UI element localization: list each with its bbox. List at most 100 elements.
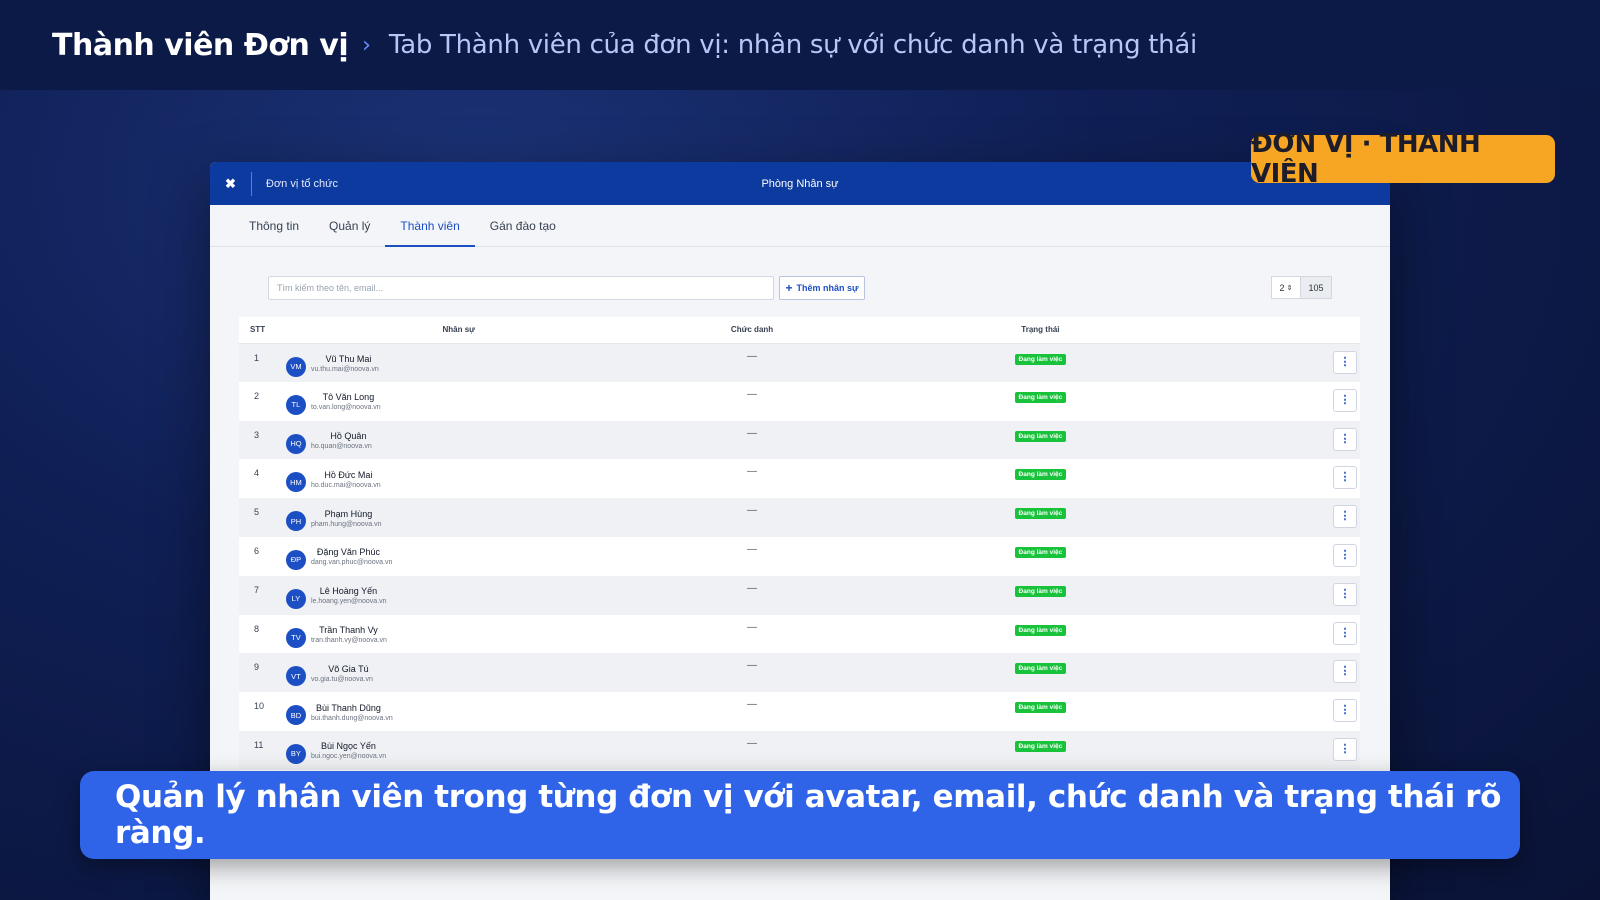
row-index: 7 bbox=[254, 584, 260, 595]
more-actions-icon[interactable]: ⋮ bbox=[1333, 699, 1357, 723]
person-name[interactable]: Trần Thanh Vy bbox=[311, 625, 386, 635]
status-cell: Đang làm việc bbox=[871, 731, 1211, 770]
actions-cell: ⋮ bbox=[1210, 537, 1360, 576]
more-actions-icon[interactable]: ⋮ bbox=[1333, 582, 1357, 606]
plus-icon: + bbox=[785, 281, 793, 295]
status-cell: Đang làm việc bbox=[871, 382, 1211, 421]
close-icon[interactable]: ✖ bbox=[210, 171, 252, 196]
person-name[interactable]: Võ Gia Tú bbox=[311, 664, 386, 674]
table-row[interactable]: 3 HQ Hồ Quân ho.quan@noova.vn — Đang làm việc… bbox=[239, 420, 1360, 460]
tab-managers[interactable]: Quản lý bbox=[314, 219, 385, 246]
actions-cell: ⋮ bbox=[1210, 459, 1360, 498]
status-badge: Đang làm việc bbox=[1014, 663, 1067, 675]
actions-cell: ⋮ bbox=[1210, 382, 1360, 421]
more-actions-icon[interactable]: ⋮ bbox=[1333, 621, 1357, 645]
page-subtitle: Tab Thành viên của đơn vị: nhân sự với c… bbox=[388, 30, 1197, 60]
add-member-label: Thêm nhân sự bbox=[796, 283, 859, 293]
more-actions-icon[interactable]: ⋮ bbox=[1333, 427, 1357, 451]
more-actions-icon[interactable]: ⋮ bbox=[1333, 505, 1357, 529]
person-name[interactable]: Lê Hoàng Yến bbox=[311, 586, 386, 596]
more-actions-icon[interactable]: ⋮ bbox=[1333, 660, 1357, 684]
status-badge: Đang làm việc bbox=[1014, 740, 1067, 752]
table-row[interactable]: 8 TV Trần Thanh Vy tran.thanh.vy@noova.vn — Đ… bbox=[239, 614, 1360, 654]
person-cell: LY Lê Hoàng Yến le.hoang.yen@noova.vn bbox=[284, 576, 634, 615]
person-info: Trần Thanh Vy tran.thanh.vy@noova.vn bbox=[311, 625, 387, 644]
pagination: 2 ⇕ 105 bbox=[1271, 276, 1332, 299]
person-block: ĐP Đặng Văn Phúc dang.van.phuc@noova.vn bbox=[285, 544, 634, 570]
role-cell: — bbox=[747, 660, 758, 672]
table-row[interactable]: 1 VM Vũ Thu Mai vu.thu.mai@noova.vn — Đang là… bbox=[239, 343, 1360, 382]
more-actions-icon[interactable]: ⋮ bbox=[1333, 737, 1357, 761]
role-cell: — bbox=[747, 621, 758, 633]
table-row[interactable]: 5 PH Phạm Hùng pham.hung@noova.vn — Đang làm … bbox=[239, 498, 1360, 537]
more-actions-icon[interactable]: ⋮ bbox=[1333, 388, 1357, 412]
table-row[interactable]: 6 ĐP Đặng Văn Phúc dang.van.phuc@noova.vn — Đ… bbox=[239, 536, 1360, 576]
person-name[interactable]: Phạm Hùng bbox=[311, 509, 386, 519]
table-row[interactable]: 11 BY Bùi Ngọc Yến bui.ngoc.yen@noova.vn — Đa… bbox=[239, 730, 1360, 770]
person-cell: TV Trần Thanh Vy tran.thanh.vy@noova.vn bbox=[284, 615, 634, 654]
person-email: ho.quan@noova.vn bbox=[310, 443, 372, 451]
person-cell: PH Phạm Hùng pham.hung@noova.vn bbox=[284, 498, 634, 537]
person-block: TV Trần Thanh Vy tran.thanh.vy@noova.vn bbox=[285, 622, 634, 648]
person-email: to.van.long@noova.vn bbox=[310, 404, 381, 412]
person-info: Hồ Đức Mai ho.duc.mai@noova.vn bbox=[311, 470, 386, 489]
tab-training-assignment[interactable]: Gán đào tạo bbox=[475, 219, 571, 246]
row-index: 11 bbox=[254, 739, 264, 750]
person-cell: HQ Hồ Quân ho.quan@noova.vn bbox=[284, 421, 634, 460]
person-block: VM Vũ Thu Mai vu.thu.mai@noova.vn bbox=[285, 351, 634, 377]
status-badge: Đang làm việc bbox=[1014, 469, 1067, 481]
person-cell: VM Vũ Thu Mai vu.thu.mai@noova.vn bbox=[284, 343, 634, 382]
person-email: le.hoang.yen@noova.vn bbox=[310, 598, 387, 606]
person-name[interactable]: Bùi Thanh Dũng bbox=[311, 703, 386, 713]
person-name[interactable]: Hồ Quân bbox=[311, 431, 386, 441]
members-table-body: 1 VM Vũ Thu Mai vu.thu.mai@noova.vn — Đang là… bbox=[239, 343, 1360, 809]
tab-members[interactable]: Thành viên bbox=[385, 219, 476, 247]
avatar: ĐP bbox=[285, 549, 306, 570]
person-block: PH Phạm Hùng pham.hung@noova.vn bbox=[285, 505, 634, 532]
avatar: BY bbox=[285, 743, 306, 764]
status-cell: Đang làm việc bbox=[871, 615, 1211, 654]
sort-arrows-icon: ⇕ bbox=[1286, 284, 1293, 292]
person-name[interactable]: Vũ Thu Mai bbox=[311, 354, 386, 364]
add-member-button[interactable]: + Thêm nhân sự bbox=[779, 276, 865, 300]
status-cell: Đang làm việc bbox=[871, 459, 1211, 498]
table-row[interactable]: 2 TL Tô Văn Long to.van.long@noova.vn — Đang … bbox=[239, 381, 1360, 421]
status-badge: Đang làm việc bbox=[1014, 585, 1067, 597]
person-info: Bùi Thanh Dũng bui.thanh.dung@noova.vn bbox=[311, 703, 393, 722]
table-row[interactable]: 9 VT Võ Gia Tú vo.gia.tu@noova.vn — Đang làm … bbox=[239, 653, 1360, 693]
person-name[interactable]: Hồ Đức Mai bbox=[311, 470, 386, 480]
table-row[interactable]: 7 LY Lê Hoàng Yến le.hoang.yen@noova.vn — Đan… bbox=[239, 575, 1360, 615]
role-cell: — bbox=[747, 505, 758, 517]
table-row[interactable]: 10 BD Bùi Thanh Dũng bui.thanh.dung@noova.v… bbox=[239, 692, 1360, 731]
row-index: 9 bbox=[254, 662, 260, 673]
more-actions-icon[interactable]: ⋮ bbox=[1333, 543, 1357, 567]
tab-info[interactable]: Thông tin bbox=[234, 219, 314, 246]
person-name[interactable]: Tô Văn Long bbox=[311, 392, 386, 402]
status-cell: Đang làm việc bbox=[871, 343, 1211, 382]
page-size-select[interactable]: 2 ⇕ bbox=[1271, 276, 1301, 299]
avatar: LY bbox=[285, 588, 306, 609]
row-index: 4 bbox=[254, 468, 260, 479]
window-title: Phòng Nhân sự bbox=[761, 177, 839, 190]
role-cell: — bbox=[747, 427, 758, 439]
avatar: BD bbox=[285, 705, 306, 726]
column-header-role: Chức danh bbox=[633, 317, 871, 344]
more-actions-icon[interactable]: ⋮ bbox=[1333, 466, 1357, 490]
person-name[interactable]: Bùi Ngọc Yến bbox=[311, 741, 386, 751]
table-row[interactable]: 4 HM Hồ Đức Mai ho.duc.mai@noova.vn — Đang là… bbox=[239, 459, 1360, 499]
row-index: 10 bbox=[254, 701, 265, 712]
row-index: 1 bbox=[254, 352, 260, 363]
status-cell: Đang làm việc bbox=[871, 653, 1211, 692]
actions-cell: ⋮ bbox=[1210, 498, 1360, 537]
role-cell: — bbox=[747, 388, 758, 400]
more-actions-icon[interactable]: ⋮ bbox=[1333, 350, 1357, 374]
window-header: ✖ Đơn vị tổ chức Phòng Nhân sự bbox=[210, 162, 1390, 205]
role-cell: — bbox=[747, 699, 758, 711]
search-input[interactable]: Tìm kiếm theo tên, email... bbox=[268, 276, 774, 300]
person-name[interactable]: Đặng Văn Phúc bbox=[311, 547, 386, 557]
status-badge: Đang làm việc bbox=[1014, 546, 1067, 558]
role-cell: — bbox=[747, 543, 758, 555]
actions-cell: ⋮ bbox=[1210, 615, 1360, 654]
window-breadcrumb[interactable]: Đơn vị tổ chức bbox=[266, 178, 338, 190]
column-header-status: Trạng thái bbox=[870, 317, 1211, 344]
